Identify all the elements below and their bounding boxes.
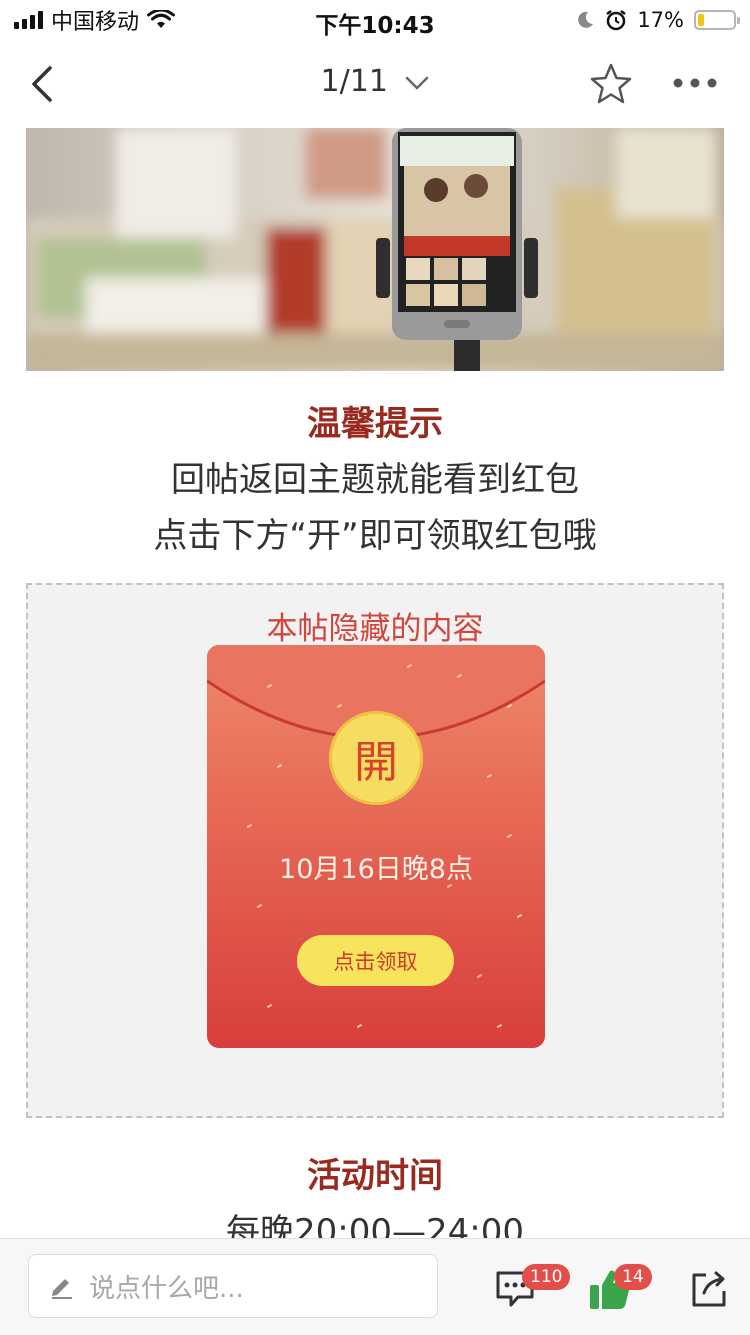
open-button[interactable]: 開 (329, 711, 423, 805)
moon-icon (578, 11, 594, 28)
status-bar: 中国移动 下午10:43 17% (0, 0, 750, 40)
red-envelope[interactable]: 開 10月16日晚8点 点击领取 (207, 645, 545, 1048)
bottom-bar: 说点什么吧... 110 14 (0, 1238, 750, 1335)
notice-line-2: 点击下方“开”即可领取红包哦 (153, 516, 597, 556)
sparkle-decoration (516, 913, 523, 919)
alarm-icon (606, 10, 627, 31)
sparkle-decoration (256, 903, 263, 909)
sparkle-decoration (446, 883, 453, 889)
like-count-badge: 14 (614, 1264, 652, 1290)
sparkle-decoration (496, 1023, 503, 1029)
comment-count-badge: 110 (522, 1264, 571, 1290)
notice-line-1: 回帖返回主题就能看到红包 (171, 460, 579, 500)
claim-button[interactable]: 点击领取 (297, 935, 454, 986)
sparkle-decoration (276, 763, 283, 769)
battery-icon (694, 10, 740, 30)
comment-input[interactable]: 说点什么吧... (28, 1254, 438, 1318)
status-right: 17% (575, 6, 740, 34)
battery-fill (698, 14, 704, 26)
sparkle-decoration (356, 1023, 363, 1029)
sparkle-decoration (506, 833, 513, 839)
share-icon[interactable] (690, 1269, 728, 1309)
sparkle-decoration (246, 823, 253, 829)
sparkle-decoration (476, 973, 483, 979)
page-indicator[interactable]: 1/11 (0, 64, 750, 99)
chevron-down-icon (406, 76, 429, 89)
comment-placeholder: 说点什么吧... (89, 1273, 244, 1304)
nav-bar: 1/11 (0, 44, 750, 124)
sparkle-decoration (486, 773, 493, 779)
envelope-date: 10月16日晚8点 (279, 854, 473, 885)
hidden-content-box: 本帖隐藏的内容 開 10月16日晚8点 点击领取 (26, 583, 724, 1118)
page-indicator-label: 1/11 (320, 64, 388, 99)
sparkle-decoration (266, 1003, 273, 1009)
more-icon[interactable] (672, 76, 718, 90)
notice-title: 温馨提示 (307, 404, 443, 444)
pencil-icon (52, 1279, 72, 1299)
battery-percent: 17% (637, 8, 684, 32)
star-icon[interactable] (588, 62, 634, 106)
hidden-content-title: 本帖隐藏的内容 (266, 611, 484, 647)
livestream-phone-photo (26, 128, 724, 371)
activity-title: 活动时间 (307, 1156, 443, 1196)
post-image (26, 128, 724, 371)
